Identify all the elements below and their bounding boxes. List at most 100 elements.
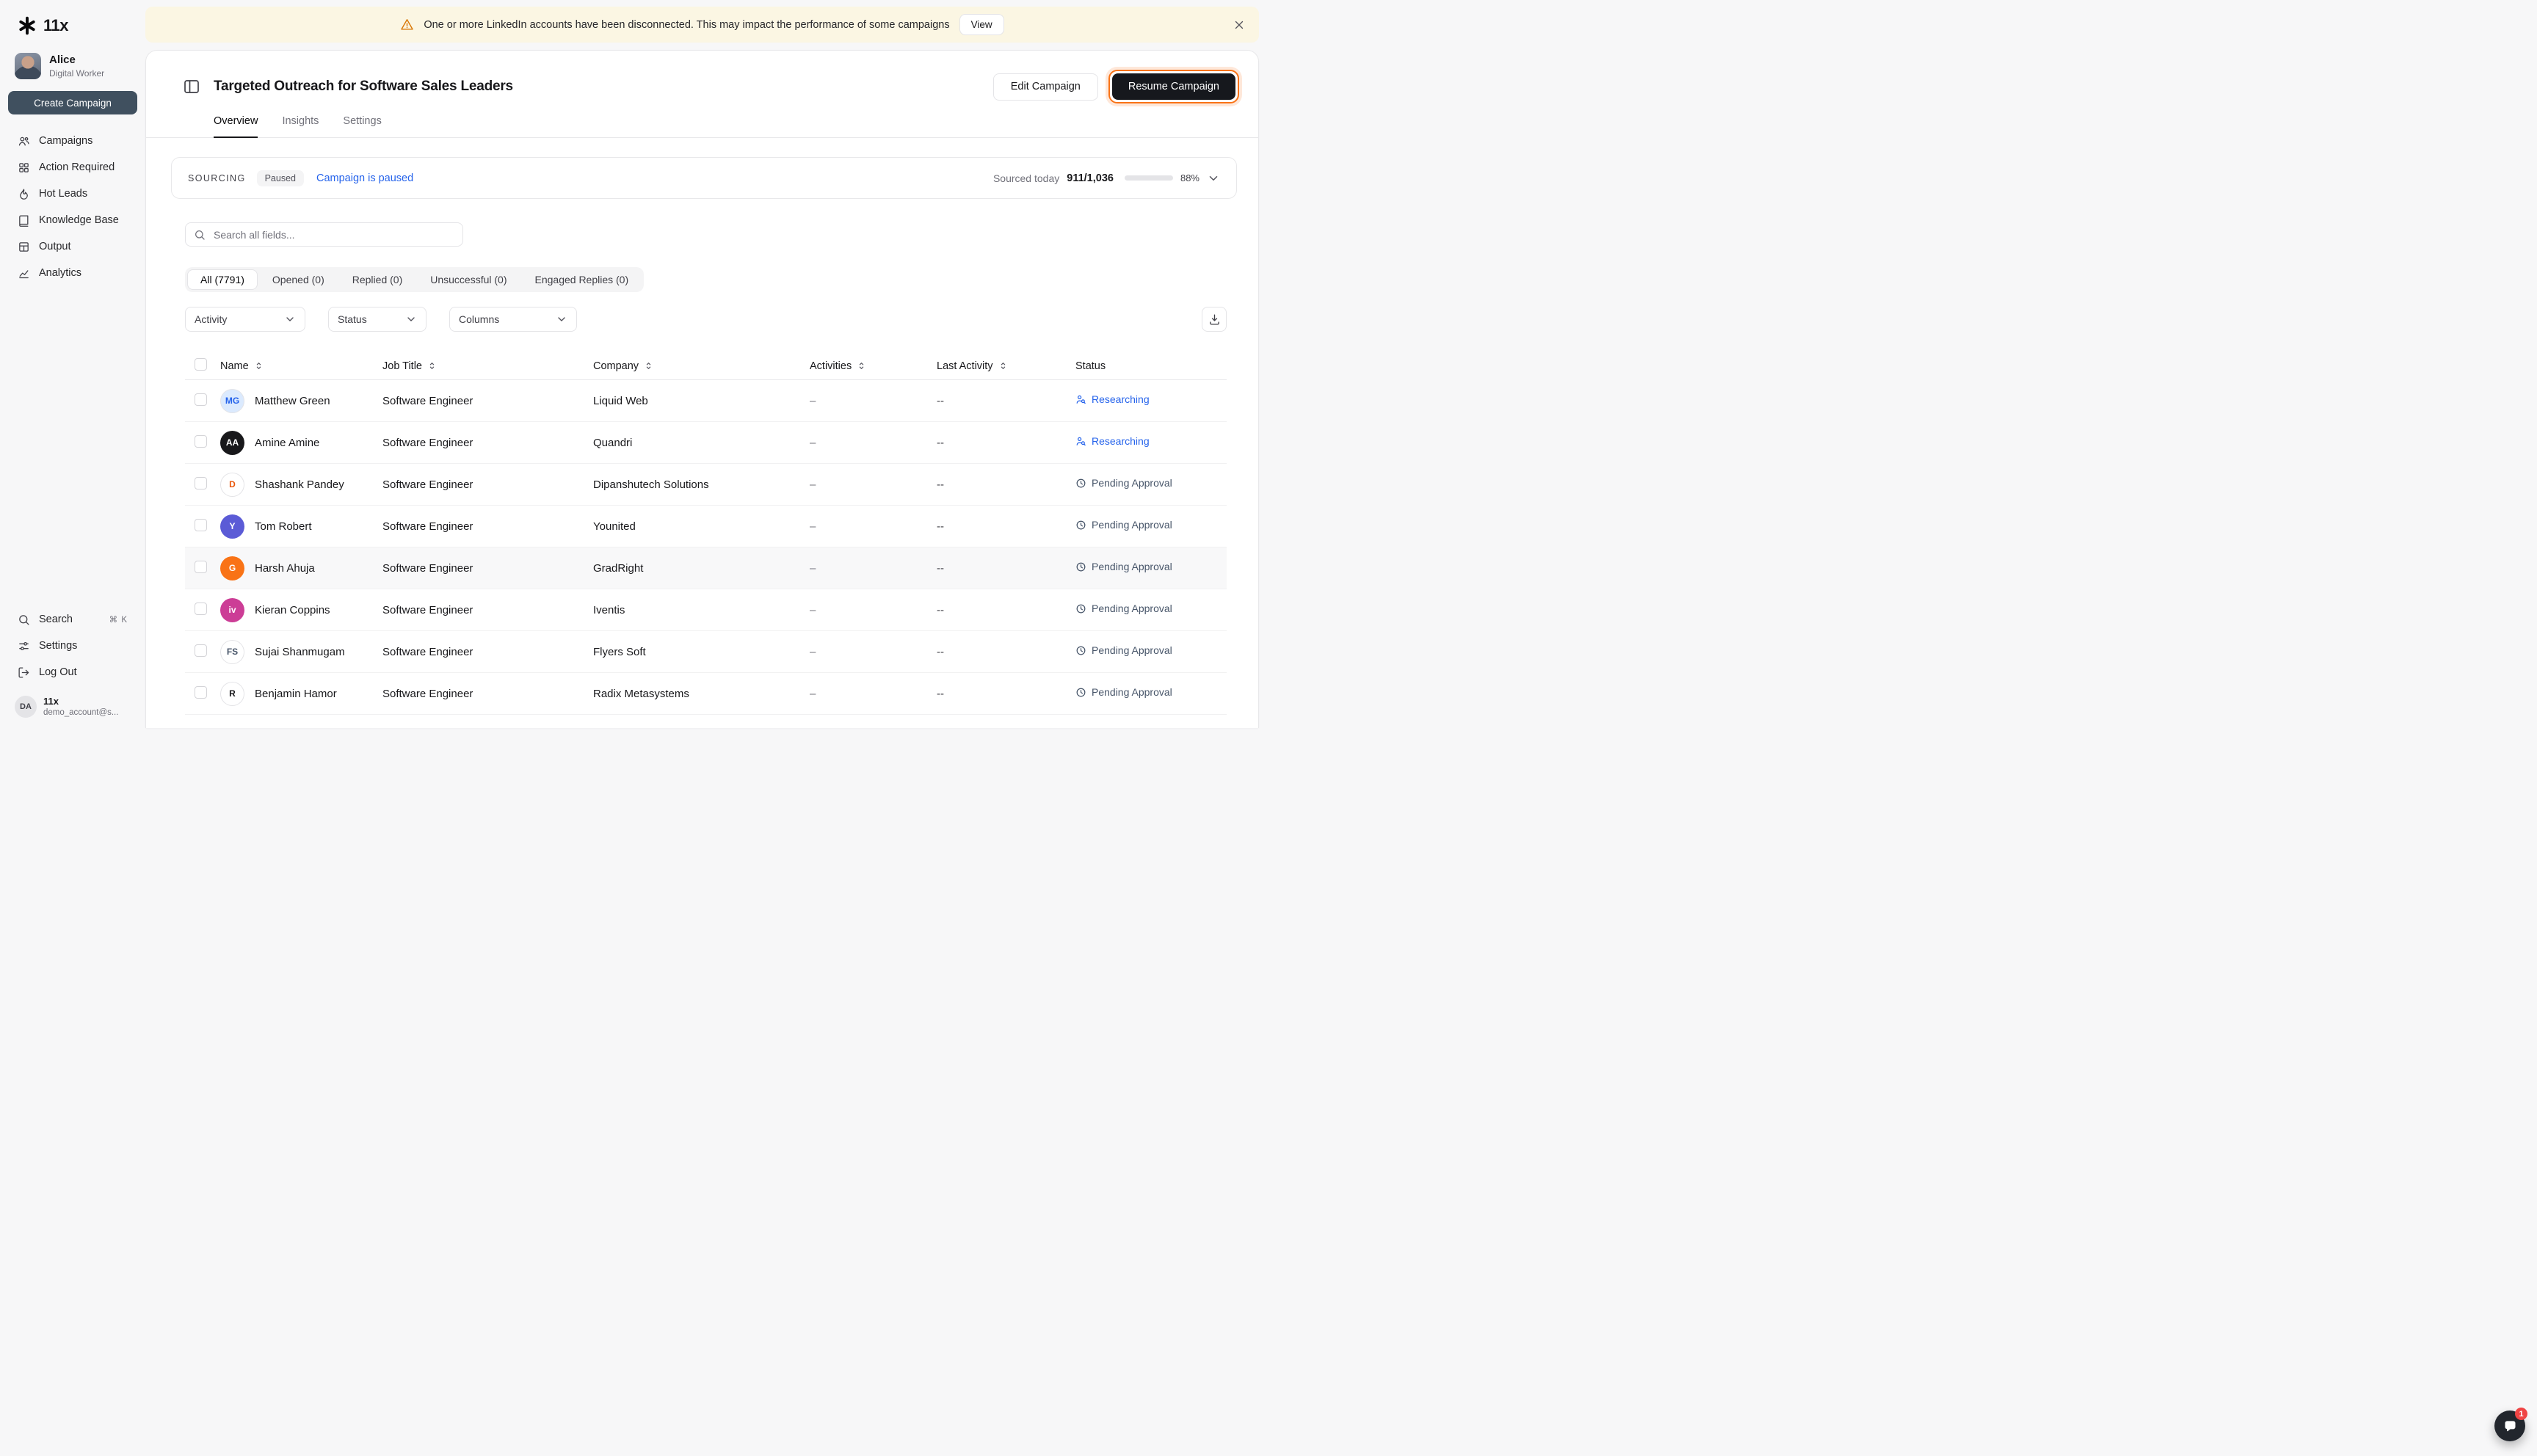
column-header-company[interactable]: Company [593,360,810,372]
status-badge: Researching [1075,435,1150,447]
row-checkbox[interactable] [195,560,207,573]
banner-close-button[interactable] [1233,18,1246,32]
row-checkbox[interactable] [195,476,207,489]
table-row[interactable]: iv Kieran Coppins Software Engineer Iven… [185,589,1227,631]
row-job-title: Software Engineer [382,645,473,658]
select-all-checkbox[interactable] [195,357,207,371]
row-company: Quandri [593,436,633,449]
search-icon [19,614,29,625]
row-checkbox[interactable] [195,393,207,406]
banner-view-button[interactable]: View [959,14,1004,35]
row-last-activity: -- [937,436,944,449]
sidebar-item-label: Log Out [39,666,77,678]
sidebar-item-output[interactable]: Output [0,233,145,260]
status-label: Researching [1092,435,1150,448]
create-campaign-button[interactable]: Create Campaign [8,91,137,114]
sidebar-item-search[interactable]: Search ⌘ K [0,606,145,633]
table-row[interactable]: AA Amine Amine Software Engineer Quandri… [185,422,1227,464]
column-header-last-activity[interactable]: Last Activity [937,360,1075,372]
edit-campaign-button[interactable]: Edit Campaign [992,73,1098,101]
status-badge: Pending Approval [1075,644,1172,656]
sidebar-item-analytics[interactable]: Analytics [0,260,145,286]
researching-icon [1076,395,1086,404]
filter-tab-all[interactable]: All (7791) [187,269,258,290]
chevron-down-icon [556,313,567,325]
column-header-activities[interactable]: Activities [810,360,937,372]
logout-icon [18,666,29,678]
sort-icon [427,361,437,371]
table-row[interactable]: MG Matthew Green Software Engineer Liqui… [185,380,1227,422]
search-input[interactable] [212,228,454,241]
row-checkbox[interactable] [195,434,207,448]
search-icon [195,230,205,240]
row-last-activity: -- [937,520,944,533]
chevron-down-icon [284,313,296,325]
clock-icon [1076,520,1086,530]
campaign-paused-link[interactable]: Campaign is paused [316,172,413,184]
sidebar: 11x Alice Digital Worker Create Campaign… [0,0,145,728]
row-avatar: D [220,472,244,497]
sliders-icon [19,641,29,650]
filter-tab-replied[interactable]: Replied (0) [339,269,415,290]
chat-widget-button[interactable]: 1 [2494,1408,2527,1441]
sidebar-item-knowledge-base[interactable]: Knowledge Base [0,207,145,233]
clock-icon [1076,604,1086,614]
sidebar-item-logout[interactable]: Log Out [0,659,145,685]
digital-worker-profile[interactable]: Alice Digital Worker [0,53,145,79]
app-window: 11x Alice Digital Worker Create Campaign… [0,0,1268,728]
columns-dropdown[interactable]: Columns [449,307,577,332]
status-label: Researching [1092,393,1150,406]
dropdown-label: Columns [459,313,500,325]
table-row[interactable]: D Shashank Pandey Software Engineer Dipa… [185,464,1227,506]
sourcing-expand-button[interactable] [1207,172,1220,185]
status-badge: Pending Approval [1075,561,1172,572]
export-button[interactable] [1202,307,1227,332]
lead-filter-tabs: All (7791) Opened (0) Replied (0) Unsucc… [185,267,645,292]
row-name: Tom Robert [255,520,312,533]
table-row[interactable]: FS Sujai Shanmugam Software Engineer Fly… [185,631,1227,673]
sidebar-item-hot-leads[interactable]: Hot Leads [0,181,145,207]
row-activities: – [810,603,816,616]
filter-tab-opened[interactable]: Opened (0) [259,269,338,290]
status-label: Pending Approval [1092,603,1172,615]
sort-icon [857,361,866,371]
tab-settings[interactable]: Settings [343,115,381,137]
filter-tab-engaged-replies[interactable]: Engaged Replies (0) [522,269,642,290]
row-avatar: AA [220,430,244,455]
warning-icon [400,18,414,32]
table-row[interactable]: G Harsh Ahuja Software Engineer GradRigh… [185,547,1227,589]
tab-insights[interactable]: Insights [282,115,319,137]
table-row[interactable]: Y Tom Robert Software Engineer Younited … [185,506,1227,547]
tab-overview[interactable]: Overview [214,115,258,138]
campaign-card: Targeted Outreach for Software Sales Lea… [145,50,1259,728]
table-row[interactable]: R Benjamin Hamor Software Engineer Radix… [185,673,1227,715]
status-dropdown[interactable]: Status [328,307,427,332]
column-header-name[interactable]: Name [220,360,382,372]
account-menu[interactable]: DA 11x demo_account@s... [0,685,145,718]
chevron-down-icon [405,313,417,325]
row-checkbox[interactable] [195,602,207,615]
sort-icon [254,361,264,371]
action-required-icon [19,162,29,172]
row-activities: – [810,561,816,575]
sidebar-item-settings[interactable]: Settings [0,633,145,659]
row-job-title: Software Engineer [382,394,473,407]
row-checkbox[interactable] [195,644,207,657]
sidebar-toggle-button[interactable] [183,78,200,95]
sidebar-item-action-required[interactable]: Action Required [0,154,145,181]
activity-dropdown[interactable]: Activity [185,307,305,332]
resume-campaign-button[interactable]: Resume Campaign [1111,73,1235,100]
dropdown-label: Status [338,313,367,325]
sidebar-item-campaigns[interactable]: Campaigns [0,128,145,154]
row-last-activity: -- [937,561,944,575]
chevron-down-icon [1209,175,1218,181]
column-header-job-title[interactable]: Job Title [382,360,593,372]
row-job-title: Software Engineer [382,520,473,533]
status-badge: Pending Approval [1075,603,1172,614]
row-activities: – [810,520,816,533]
row-checkbox[interactable] [195,685,207,699]
filter-tab-unsuccessful[interactable]: Unsuccessful (0) [417,269,520,290]
row-checkbox[interactable] [195,518,207,531]
linkedin-warning-banner: One or more LinkedIn accounts have been … [145,7,1259,43]
logo[interactable]: 11x [0,15,145,37]
